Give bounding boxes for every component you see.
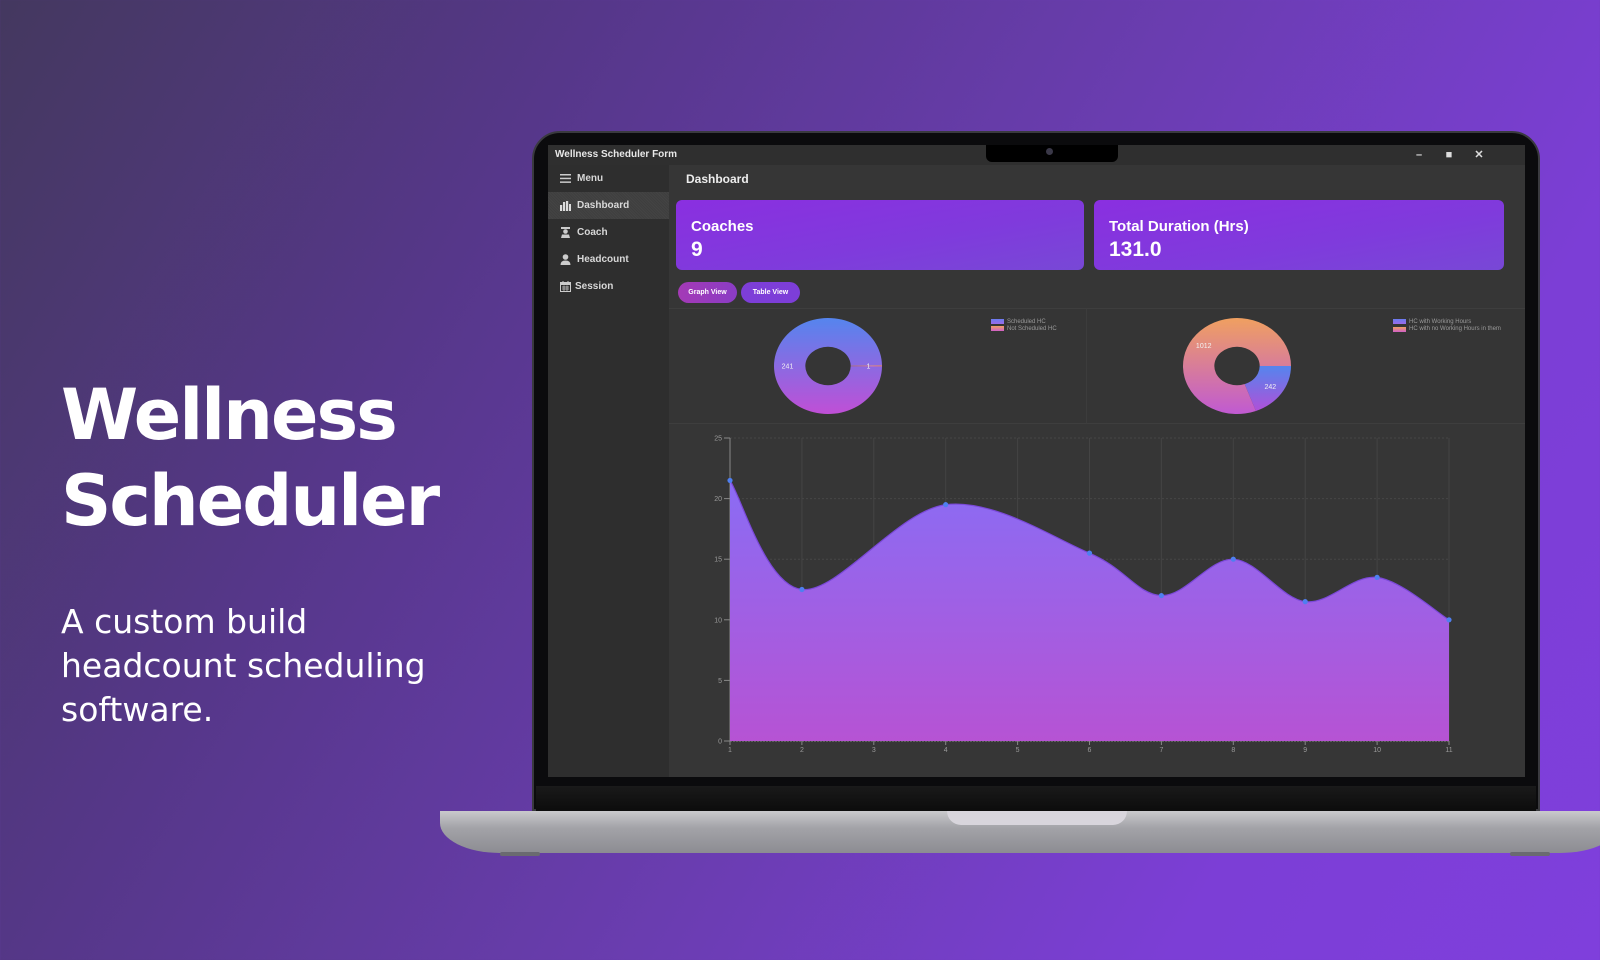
camera-icon <box>1046 148 1053 155</box>
maximize-button[interactable]: ■ <box>1440 147 1458 163</box>
scheduled-hc-panel: 241 1 Scheduled HC Not Scheduled HC <box>669 308 1087 424</box>
sidebar-item-label: Coach <box>577 227 608 238</box>
x-tick-label: 2 <box>800 747 804 754</box>
sidebar: Menu Dashboard Coach Headcount Session <box>548 165 669 777</box>
legend-label: HC with no Working Hours in them <box>1409 326 1501 333</box>
y-tick-label: 10 <box>714 617 722 624</box>
x-tick-label: 7 <box>1159 747 1163 754</box>
sidebar-item-dashboard[interactable]: Dashboard <box>548 192 669 219</box>
donut-data-label: 1 <box>867 363 871 370</box>
page-header: Dashboard <box>669 165 1525 191</box>
camera-notch <box>986 145 1118 162</box>
x-tick-label: 5 <box>1016 747 1020 754</box>
hero: Wellness Scheduler A custom build headco… <box>61 372 461 732</box>
coaches-card: Coaches 9 <box>676 200 1084 270</box>
x-tick-label: 8 <box>1231 747 1235 754</box>
legend-label: HC with Working Hours <box>1409 319 1472 326</box>
minimize-button[interactable]: – <box>1410 147 1428 163</box>
data-point <box>1158 592 1164 599</box>
calendar-icon <box>559 281 571 293</box>
hero-subtitle: A custom build headcount scheduling soft… <box>61 602 426 729</box>
donut2-legend: HC with Working Hours HC with no Working… <box>1393 319 1503 333</box>
maximize-icon: ■ <box>1445 149 1453 161</box>
menu-label: Menu <box>577 173 604 184</box>
person-icon <box>559 254 571 266</box>
y-tick-label: 5 <box>718 678 722 685</box>
x-tick-label: 3 <box>872 747 876 754</box>
window-title: Wellness Scheduler Form <box>555 149 678 160</box>
legend-swatch <box>991 319 1004 324</box>
sidebar-item-coach[interactable]: Coach <box>548 219 669 246</box>
legend-swatch <box>991 326 1004 332</box>
data-point <box>799 586 805 593</box>
data-point <box>1230 556 1236 562</box>
table-view-button[interactable]: Table View <box>741 282 800 303</box>
laptop-opening-notch <box>947 811 1127 825</box>
coach-icon <box>559 227 571 239</box>
y-tick-label: 0 <box>718 739 722 746</box>
minimize-icon: – <box>1415 149 1423 161</box>
window-titlebar: Wellness Scheduler Form – ■ ✕ <box>548 145 1525 165</box>
donut-hole <box>805 346 851 386</box>
sidebar-item-headcount[interactable]: Headcount <box>548 246 669 273</box>
headcount-area-chart: 1 2 3 4 5 6 7 8 9 10 11 0 5 10 15 20 25 <box>714 436 1453 755</box>
sidebar-item-label: Dashboard <box>577 200 630 211</box>
legend-item: HC with no Working Hours in them <box>1393 326 1503 333</box>
total-duration-label: Total Duration (Hrs) <box>1109 218 1249 235</box>
donut-data-label: 242 <box>1264 384 1276 391</box>
data-point <box>1086 550 1093 556</box>
donut-hole <box>1214 346 1260 386</box>
working-hours-panel: 242 1012 HC with Working Hours HC with no… <box>1087 308 1525 424</box>
legend-item: HC with Working Hours <box>1393 319 1503 326</box>
data-point <box>1302 599 1308 605</box>
x-tick-label: 1 <box>728 747 732 754</box>
total-duration-value: 131.0 <box>1109 238 1162 261</box>
coaches-value: 9 <box>691 238 703 261</box>
legend-label: Scheduled HC <box>1007 319 1046 326</box>
hamburger-icon <box>559 173 571 185</box>
laptop-foot <box>1510 852 1550 856</box>
total-duration-card: Total Duration (Hrs) 131.0 <box>1094 200 1504 270</box>
dashboard-main: Dashboard Coaches 9 Total Duration (Hrs)… <box>669 165 1525 777</box>
sidebar-item-session[interactable]: Session <box>548 273 669 300</box>
close-button[interactable]: ✕ <box>1470 147 1488 163</box>
page-title: Dashboard <box>686 172 749 186</box>
donut1-legend: Scheduled HC Not Scheduled HC <box>991 319 1057 333</box>
legend-item: Not Scheduled HC <box>991 326 1057 333</box>
x-tick-label: 10 <box>1373 747 1381 754</box>
legend-swatch <box>1393 327 1406 333</box>
y-tick-label: 20 <box>714 496 722 503</box>
app-window: Wellness Scheduler Form – ■ ✕ Menu Dashb… <box>548 145 1525 777</box>
bar-chart-icon <box>559 200 571 212</box>
legend-item: Scheduled HC <box>991 319 1057 326</box>
x-tick-label: 6 <box>1088 747 1092 754</box>
graph-view-button[interactable]: Graph View <box>678 282 737 303</box>
sidebar-item-label: Session <box>575 281 614 292</box>
hero-title-line2: Scheduler <box>61 460 440 542</box>
donut-data-label: 241 <box>782 364 794 371</box>
legend-label: Not Scheduled HC <box>1007 326 1057 333</box>
laptop-chin <box>536 786 1536 811</box>
laptop-foot <box>500 852 540 856</box>
menu-toggle[interactable]: Menu <box>548 165 669 192</box>
hero-title: Wellness Scheduler <box>61 372 461 544</box>
legend-swatch <box>1393 319 1406 324</box>
data-point <box>727 477 733 484</box>
coaches-label: Coaches <box>691 218 754 235</box>
hero-title-line1: Wellness <box>61 374 398 456</box>
x-tick-label: 9 <box>1303 747 1307 754</box>
headcount-line-panel: 1 2 3 4 5 6 7 8 9 10 11 0 5 10 15 20 25 <box>669 423 1525 777</box>
x-tick-label: 11 <box>1445 747 1452 754</box>
close-icon: ✕ <box>1474 149 1484 161</box>
x-tick-label: 4 <box>944 747 948 754</box>
data-point <box>1374 574 1380 580</box>
donut-data-label: 1012 <box>1196 343 1212 350</box>
y-tick-label: 25 <box>714 436 722 443</box>
y-tick-label: 15 <box>714 557 722 564</box>
sidebar-item-label: Headcount <box>577 254 629 265</box>
data-point <box>943 502 949 508</box>
data-point <box>1446 617 1452 623</box>
